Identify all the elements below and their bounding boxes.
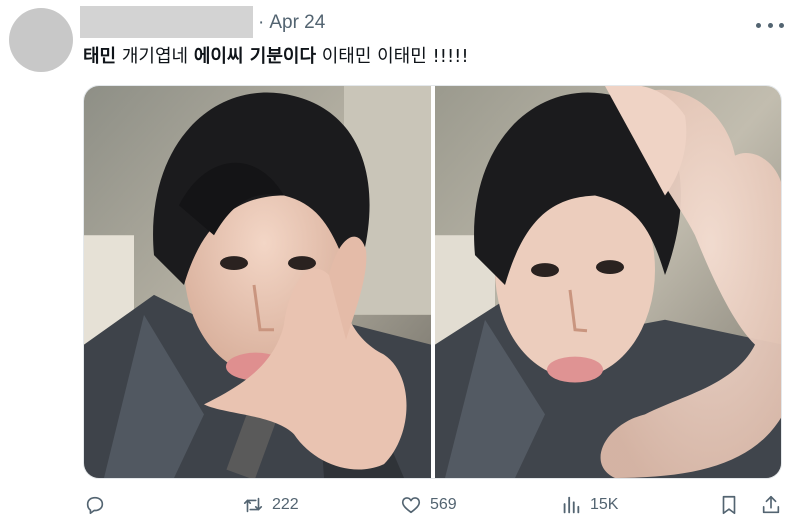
tweet-meta: · Apr 24 [258,12,325,34]
views-button[interactable]: 15K [560,494,618,516]
bookmark-button[interactable] [718,494,740,516]
tweet-text-part: 개기엽네 [116,46,194,67]
tweet-date[interactable]: Apr 24 [269,12,325,33]
avatar[interactable] [9,8,73,72]
bookmark-icon [718,494,740,516]
action-bar: 222 569 15K [0,490,795,530]
views-chart-icon [560,494,582,516]
more-horizontal-icon[interactable] [756,14,784,36]
photo-1[interactable] [84,86,431,478]
tweet-text-part: 태민 [83,46,117,67]
share-button[interactable] [760,494,782,516]
share-icon [760,494,782,516]
retweet-count: 222 [272,496,299,513]
like-button[interactable]: 569 [400,494,457,516]
tweet-text: 태민 개기엽네 에이씨 기분이다 이태민 이태민 !!!!! [83,45,469,69]
retweet-icon [242,494,264,516]
view-count: 15K [590,496,619,513]
tweet-text-part: 에이씨 기분이다 [193,46,316,67]
separator-dot: · [258,12,265,33]
tweet-text-part: 이태민 이태민 !!!!! [316,46,469,67]
heart-icon [400,494,422,516]
reply-icon [84,494,106,516]
redacted-username[interactable] [80,6,253,38]
reply-button[interactable] [84,494,114,516]
media-grid [83,85,782,479]
like-count: 569 [430,496,457,513]
photo-2[interactable] [435,86,781,478]
retweet-button[interactable]: 222 [242,494,299,516]
